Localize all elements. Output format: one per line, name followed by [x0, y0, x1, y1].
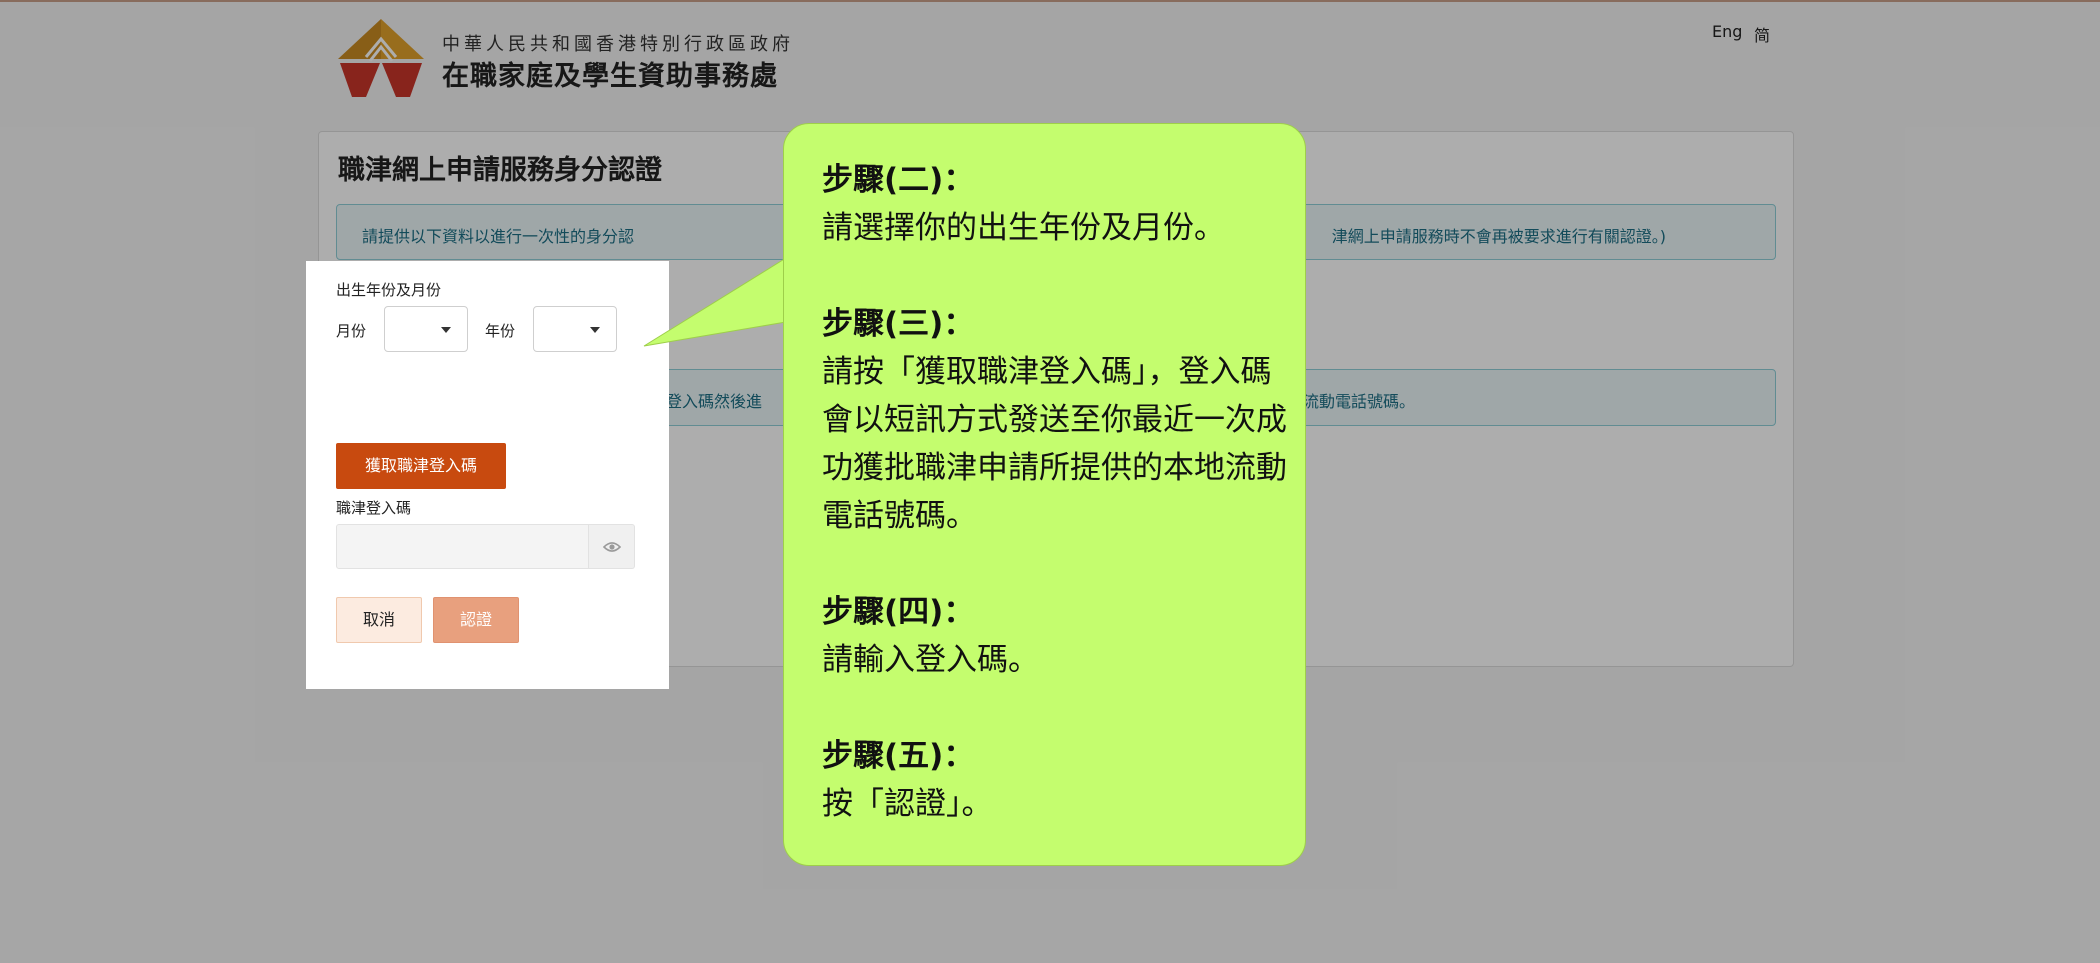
login-code-label: 職津登入碼 — [336, 499, 412, 517]
step-5: 步驟(五)： 按「認證」。 — [822, 732, 1292, 828]
step-3-body: 請按「獲取職津登入碼」，登入碼會以短訊方式發送至你最近一次成功獲批職津申請所提供… — [822, 354, 1287, 534]
step-4: 步驟(四)： 請輸入登入碼。 — [822, 588, 1292, 684]
step-2-body: 請選擇你的出生年份及月份。 — [822, 210, 1225, 246]
chevron-down-icon — [590, 327, 600, 333]
chevron-down-icon — [441, 327, 451, 333]
cancel-button[interactable]: 取消 — [336, 597, 422, 643]
verify-button[interactable]: 認證 — [433, 597, 519, 643]
step-2: 步驟(二)： 請選擇你的出生年份及月份。 — [822, 156, 1292, 252]
step-5-heading: 步驟(五)： — [822, 738, 975, 774]
login-code-input[interactable] — [336, 524, 589, 569]
step-4-heading: 步驟(四)： — [822, 594, 975, 630]
show-password-button[interactable] — [589, 524, 635, 569]
year-select[interactable] — [533, 306, 617, 352]
year-label: 年份 — [485, 322, 516, 340]
dob-label: 出生年份及月份 — [336, 281, 442, 299]
step-3: 步驟(三)： 請按「獲取職津登入碼」，登入碼會以短訊方式發送至你最近一次成功獲批… — [822, 300, 1292, 540]
step-3-heading: 步驟(三)： — [822, 306, 975, 342]
month-label: 月份 — [336, 322, 367, 340]
get-login-code-button[interactable]: 獲取職津登入碼 — [336, 443, 506, 489]
step-2-heading: 步驟(二)： — [822, 162, 975, 198]
step-4-body: 請輸入登入碼。 — [822, 642, 1039, 678]
step-5-body: 按「認證」。 — [822, 786, 993, 822]
month-select[interactable] — [384, 306, 468, 352]
eye-icon — [603, 542, 621, 552]
